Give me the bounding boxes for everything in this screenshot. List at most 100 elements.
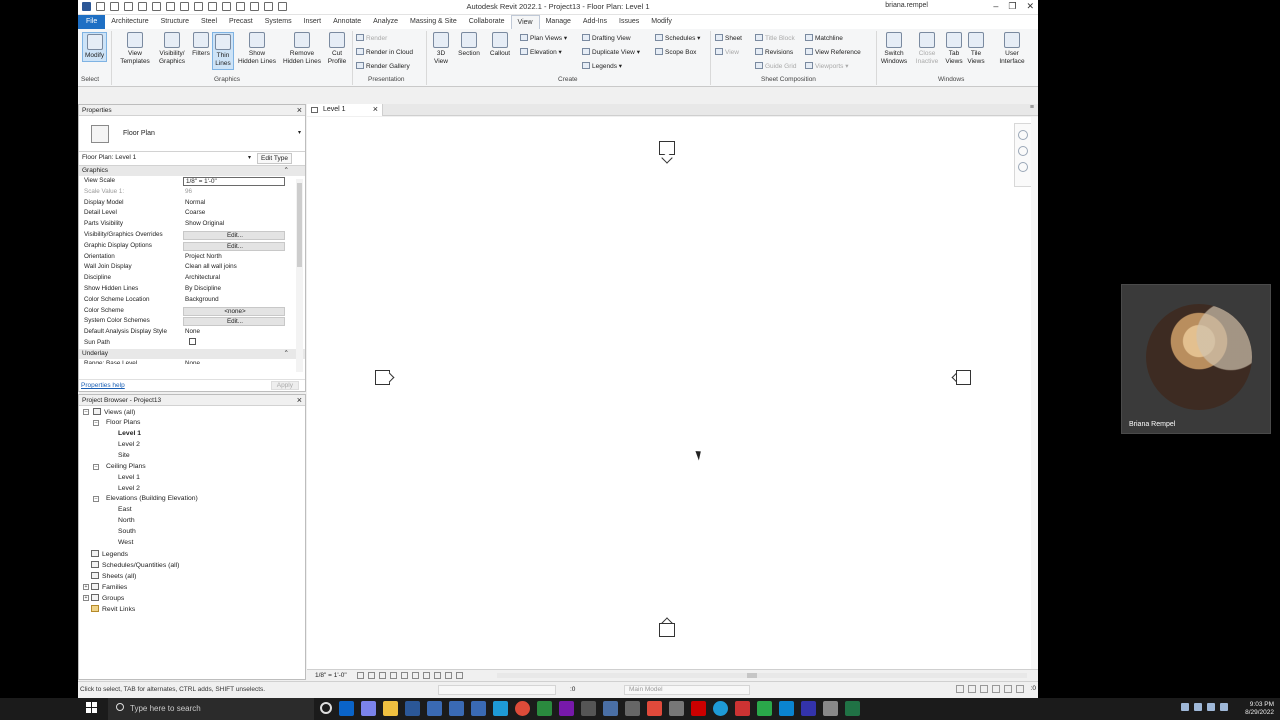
collapse-icon[interactable]: – <box>93 496 99 502</box>
tree-families[interactable]: Families <box>91 583 127 591</box>
property-value[interactable]: Edit... <box>183 317 285 327</box>
property-value[interactable]: Coarse <box>183 208 285 219</box>
tab-list-icon[interactable]: ≡ <box>1030 104 1034 111</box>
select-underlay-icon[interactable] <box>968 685 976 693</box>
duplicate-view-button[interactable]: Duplicate View ▾ <box>582 48 640 56</box>
user-interface-button[interactable]: User Interface <box>996 32 1028 66</box>
excel-icon[interactable] <box>845 701 860 716</box>
property-value[interactable] <box>183 337 285 349</box>
zoom-icon[interactable] <box>1018 146 1028 156</box>
property-value[interactable]: 1/8" = 1'-0" <box>183 177 285 186</box>
pan-icon[interactable] <box>1018 162 1028 172</box>
property-value[interactable]: None <box>183 327 285 338</box>
property-value[interactable]: None <box>183 359 285 364</box>
collapse-icon[interactable]: – <box>93 464 99 470</box>
tab-add-ins[interactable]: Add-Ins <box>577 15 613 29</box>
show-crop-icon[interactable] <box>412 672 419 679</box>
tree-views-all[interactable]: Views (all) <box>93 408 135 416</box>
tree-floor-plan-site[interactable]: Site <box>118 452 130 459</box>
render-button[interactable]: Render <box>356 34 387 42</box>
acrobat-icon[interactable] <box>691 701 706 716</box>
scroll-thumb[interactable] <box>747 673 757 678</box>
app-icon[interactable] <box>669 701 684 716</box>
horizontal-scrollbar[interactable] <box>497 673 1027 678</box>
temporary-hide-icon[interactable] <box>423 672 430 679</box>
collapse-icon[interactable]: – <box>83 409 89 415</box>
tab-issues[interactable]: Issues <box>613 15 645 29</box>
edge-icon[interactable] <box>713 701 728 716</box>
taskbar-search[interactable]: Type here to search <box>108 698 314 720</box>
design-option-selector[interactable]: Main Model <box>624 685 750 695</box>
revit-icon[interactable] <box>427 701 442 716</box>
shadows-icon[interactable] <box>390 672 397 679</box>
view-templates-button[interactable]: View Templates <box>118 32 152 66</box>
onenote-icon[interactable] <box>559 701 574 716</box>
highlight-displacement-icon[interactable] <box>456 672 463 679</box>
sheet-button[interactable]: Sheet <box>715 34 742 42</box>
outlook-icon[interactable] <box>339 701 354 716</box>
app-icon[interactable] <box>801 701 816 716</box>
tab-collaborate[interactable]: Collaborate <box>463 15 511 29</box>
chrome-icon[interactable] <box>515 701 530 716</box>
filter-count[interactable]: :0 <box>1031 685 1036 692</box>
tree-ceiling-plans[interactable]: Ceiling Plans <box>106 463 146 470</box>
cortana-icon[interactable] <box>320 702 332 714</box>
app-icon[interactable] <box>779 701 794 716</box>
tree-elevation-south[interactable]: South <box>118 528 136 535</box>
property-value[interactable]: Clean all wall joins <box>183 262 285 273</box>
properties-help-link[interactable]: Properties help <box>81 382 125 389</box>
modify-button[interactable]: Modify <box>82 32 108 62</box>
filters-button[interactable]: Filters <box>190 32 212 58</box>
select-by-face-icon[interactable] <box>992 685 1000 693</box>
volume-icon[interactable] <box>1207 703 1215 711</box>
app-icon[interactable] <box>823 701 838 716</box>
visual-style-icon[interactable] <box>368 672 375 679</box>
select-pinned-icon[interactable] <box>980 685 988 693</box>
file-explorer-icon[interactable] <box>383 701 398 716</box>
drawing-canvas[interactable] <box>307 117 1038 669</box>
render-gallery-button[interactable]: Render Gallery <box>356 62 410 70</box>
workset-selector[interactable] <box>438 685 556 695</box>
property-value[interactable]: By Discipline <box>183 284 285 295</box>
property-value[interactable]: Project North <box>183 252 285 263</box>
switch-windows-button[interactable]: Switch Windows <box>878 32 910 66</box>
tree-floor-plan-level-2[interactable]: Level 2 <box>118 441 140 448</box>
app-icon[interactable] <box>625 701 640 716</box>
property-value[interactable]: Edit... <box>183 230 285 240</box>
app-icon[interactable] <box>603 701 618 716</box>
tree-revit-links[interactable]: Revit Links <box>91 605 135 613</box>
restore-icon[interactable]: ❐ <box>1008 1 1016 12</box>
viewports-button[interactable]: Viewports ▾ <box>805 62 849 70</box>
collapse-icon[interactable]: ⌃ <box>284 166 289 174</box>
detail-level-icon[interactable] <box>357 672 364 679</box>
tab-precast[interactable]: Precast <box>223 15 259 29</box>
elevation-marker-east[interactable] <box>950 370 972 386</box>
tree-schedules[interactable]: Schedules/Quantities (all) <box>91 561 179 569</box>
expand-icon[interactable]: + <box>83 595 89 601</box>
tab-systems[interactable]: Systems <box>259 15 298 29</box>
3d-view-button[interactable]: 3D View <box>430 32 452 66</box>
view-scale[interactable]: 1/8" = 1'-0" <box>315 672 347 679</box>
tree-elevation-north[interactable]: North <box>118 517 135 524</box>
close-icon[interactable]: × <box>297 395 302 405</box>
tree-legends[interactable]: Legends <box>91 550 128 558</box>
elevation-marker-west[interactable] <box>375 370 397 386</box>
thin-lines-button[interactable]: Thin Lines <box>212 32 234 70</box>
properties-scrollbar[interactable] <box>296 179 303 372</box>
tree-ceiling-plan-level-2[interactable]: Level 2 <box>118 485 140 492</box>
tab-file[interactable]: File <box>78 15 106 29</box>
show-hidden-lines-button[interactable]: Show Hidden Lines <box>238 32 276 66</box>
property-value[interactable]: 96 <box>183 187 285 198</box>
render-in-cloud-button[interactable]: Render in Cloud <box>356 48 413 56</box>
view-tab-level-1[interactable]: Level 1 × <box>307 104 383 116</box>
tree-elevations[interactable]: Elevations (Building Elevation) <box>106 495 198 502</box>
revit-icon[interactable] <box>471 701 486 716</box>
chevron-down-icon[interactable]: ▾ <box>298 129 301 136</box>
chevron-up-icon[interactable] <box>1181 703 1189 711</box>
select-panel-label[interactable]: Select <box>81 76 99 83</box>
canvas-scrollbar[interactable] <box>1031 117 1038 669</box>
tree-ceiling-plan-level-1[interactable]: Level 1 <box>118 474 140 481</box>
app-icon[interactable] <box>757 701 772 716</box>
tree-elevation-west[interactable]: West <box>118 539 133 546</box>
teams-icon[interactable] <box>361 701 376 716</box>
